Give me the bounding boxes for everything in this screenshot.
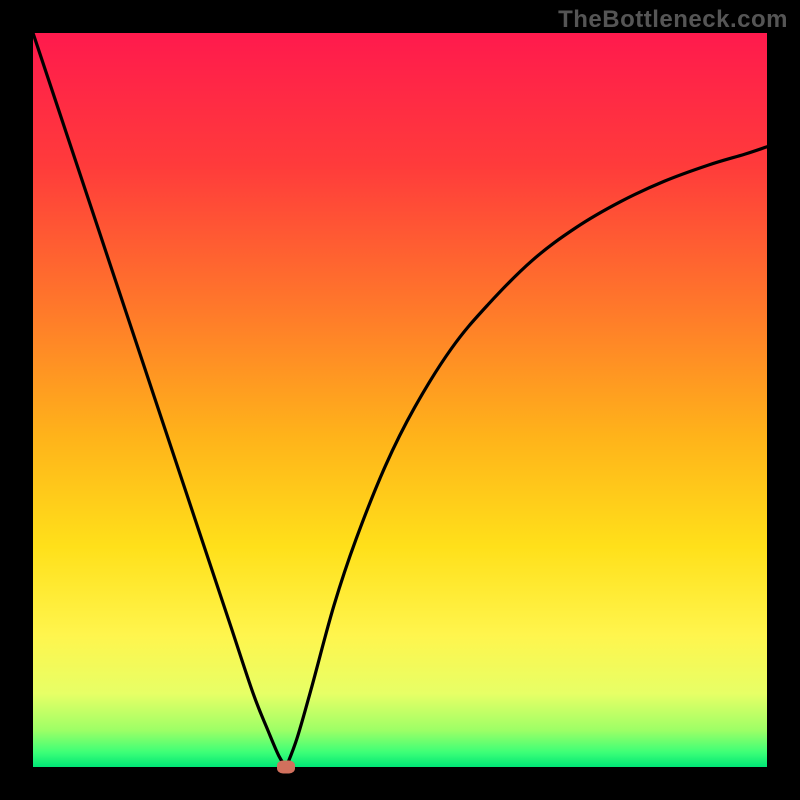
plot-area <box>33 33 767 767</box>
curve-left-branch <box>33 33 286 767</box>
watermark-text: TheBottleneck.com <box>558 6 788 34</box>
curve-right-branch <box>286 147 767 767</box>
optimal-marker <box>277 761 295 774</box>
bottleneck-curve <box>33 33 767 767</box>
chart-frame: TheBottleneck.com <box>0 0 800 800</box>
